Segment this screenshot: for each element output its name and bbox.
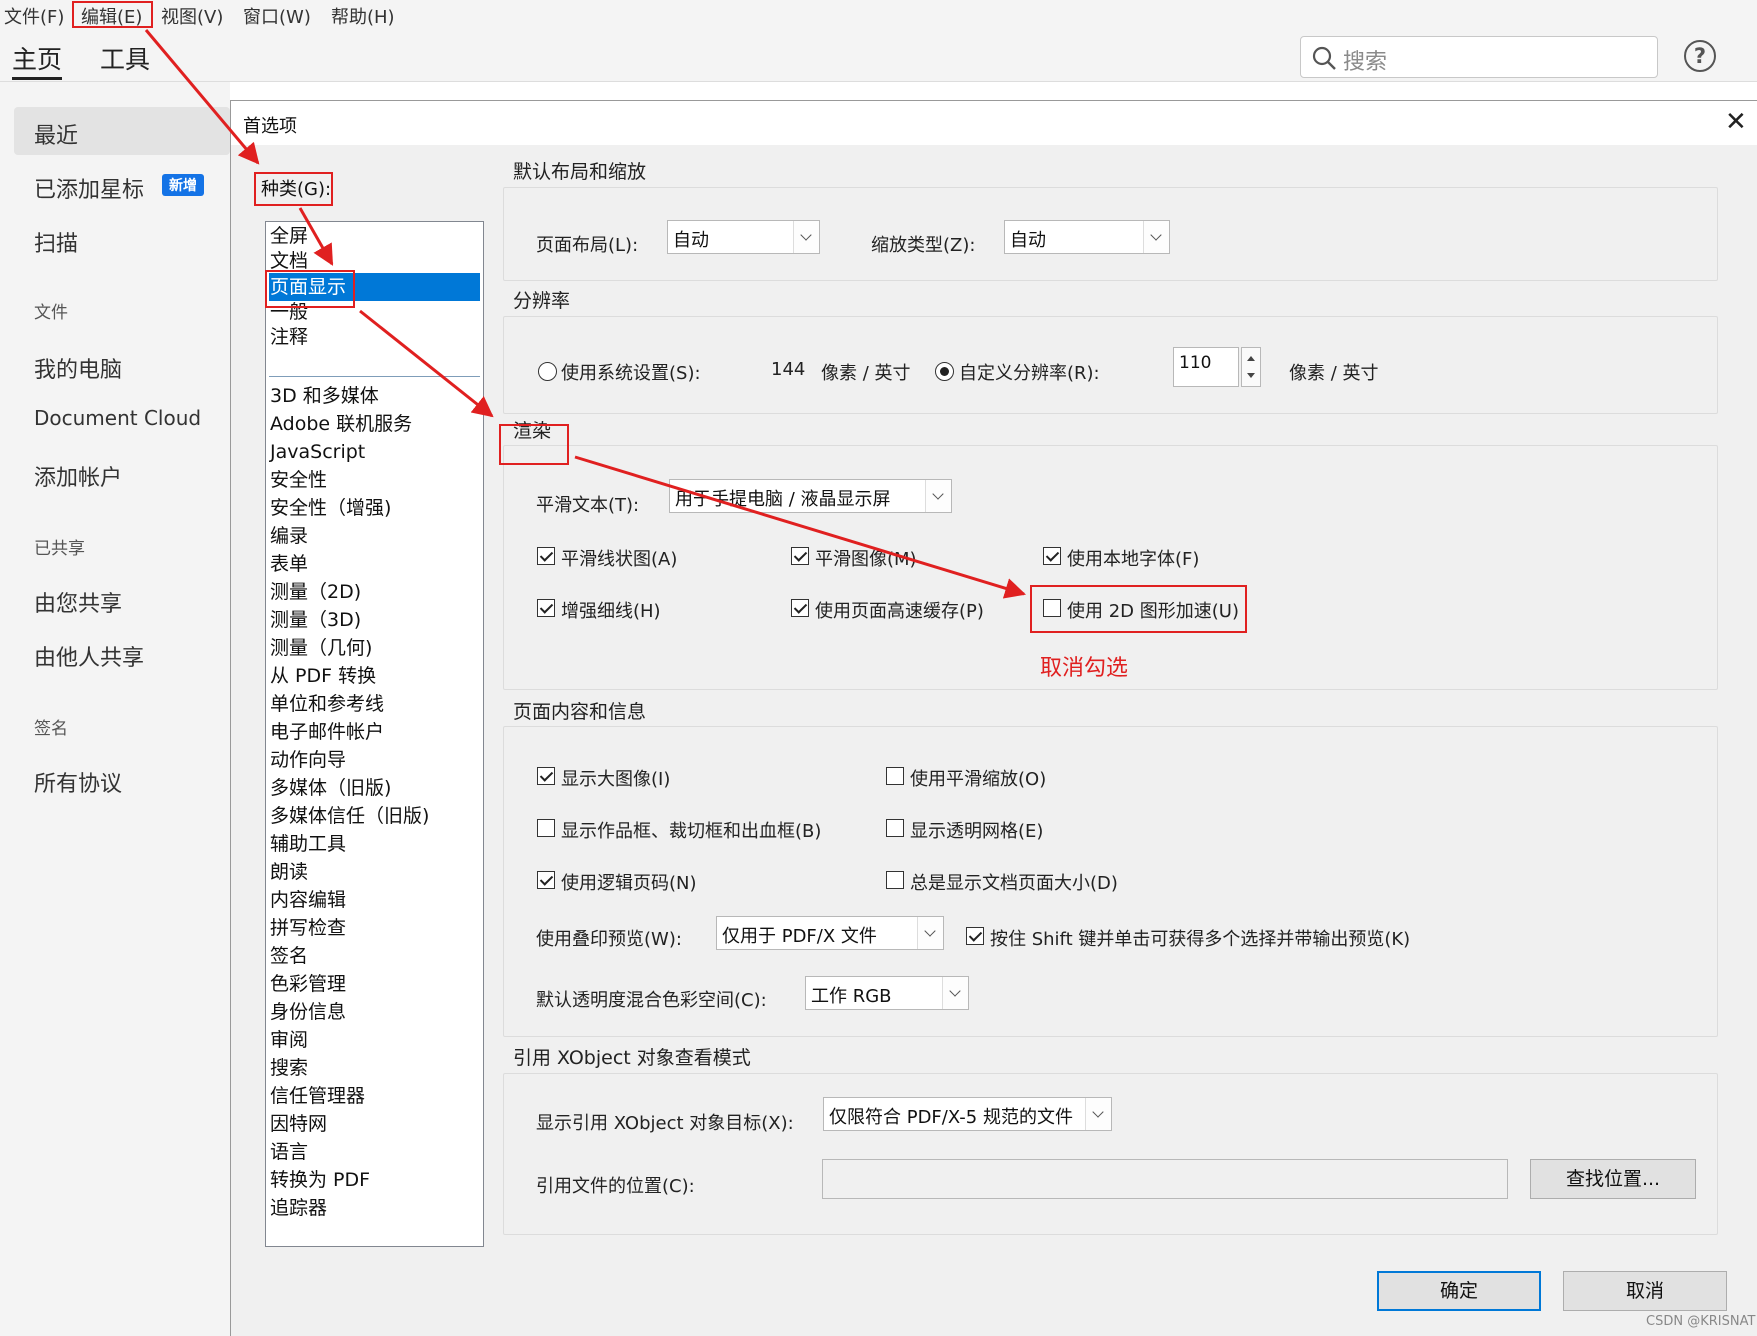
annotation-arrows [144,29,1027,599]
watermark: CSDN @KRISNAT [1646,1314,1756,1329]
annotation-arrow [298,207,334,266]
annotation-arrow [574,455,1027,599]
annotation-arrow [144,29,260,165]
annotation-arrow [359,309,494,418]
